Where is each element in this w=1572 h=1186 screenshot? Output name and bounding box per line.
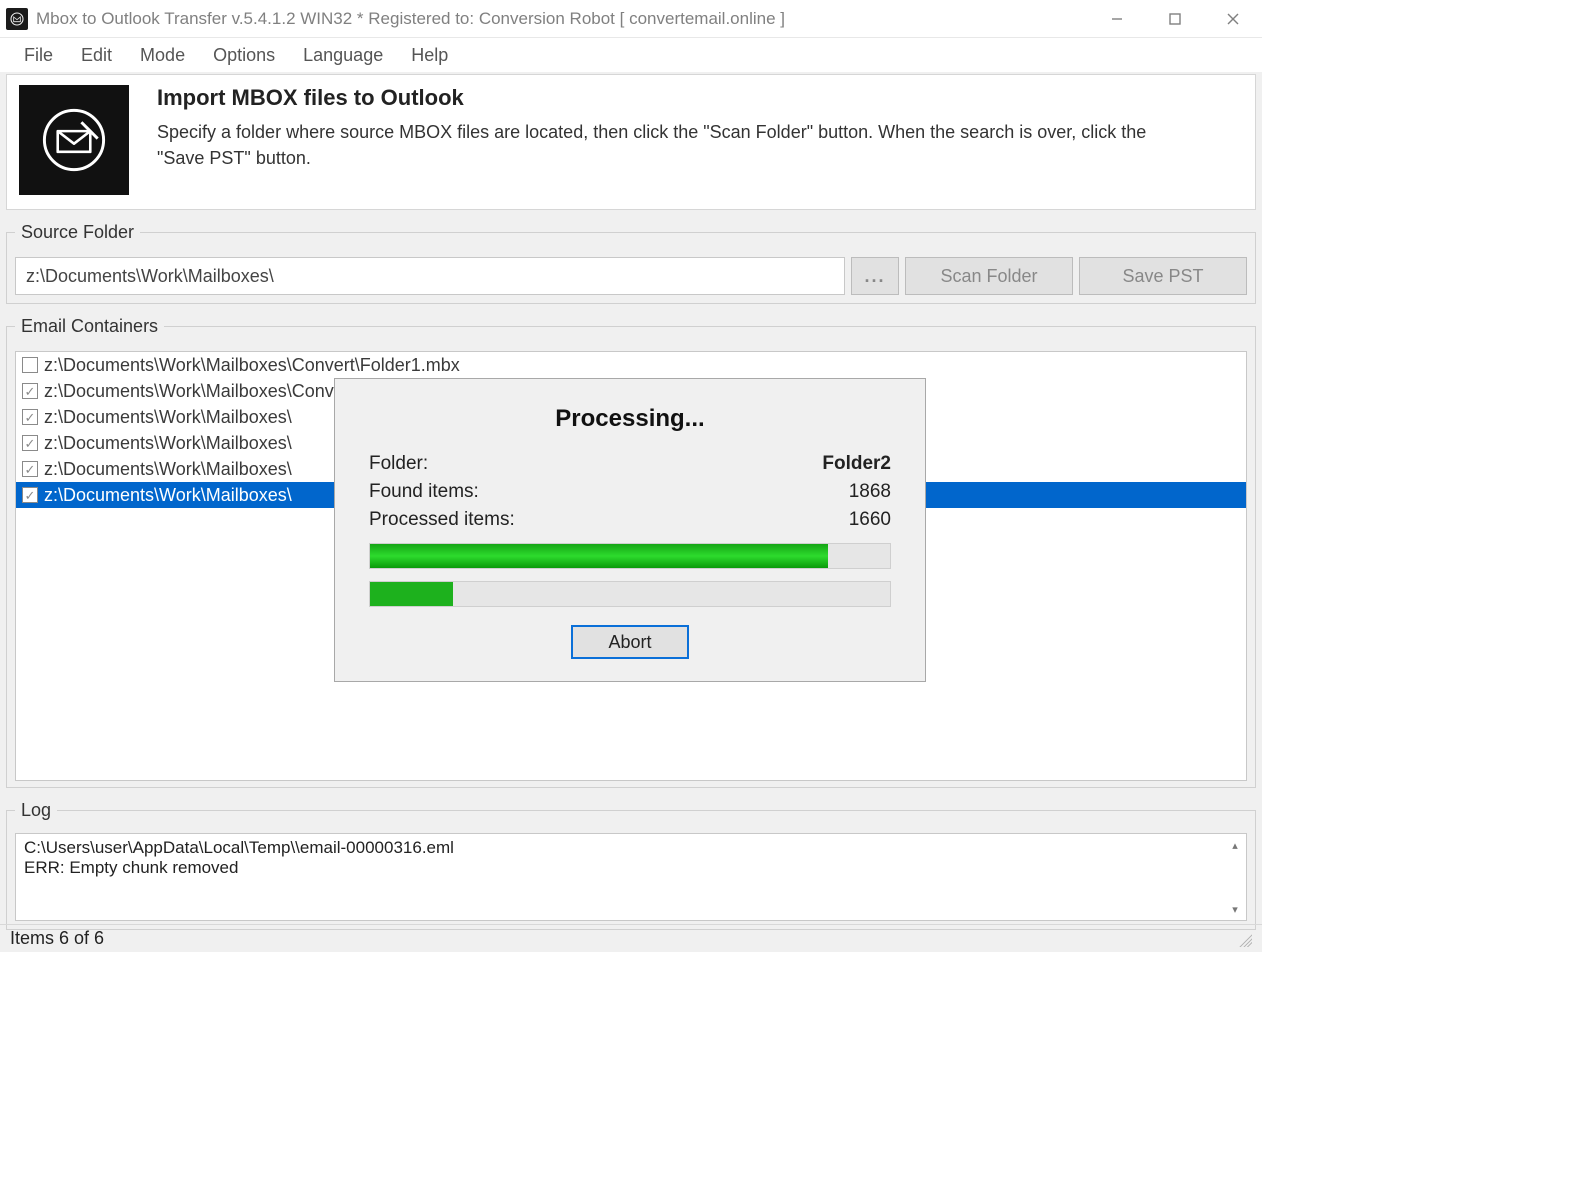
log-label: Log bbox=[15, 800, 57, 821]
log-scrollbar[interactable]: ▴ ▾ bbox=[1226, 836, 1244, 918]
scroll-down-icon[interactable]: ▾ bbox=[1226, 900, 1244, 918]
abort-button[interactable]: Abort bbox=[571, 625, 689, 659]
processing-dialog: Processing... Folder: Folder2 Found item… bbox=[334, 378, 926, 682]
source-path-input[interactable] bbox=[15, 257, 845, 295]
scan-folder-button[interactable]: Scan Folder bbox=[905, 257, 1073, 295]
list-item-label: z:\Documents\Work\Mailboxes\ bbox=[44, 459, 292, 480]
dialog-found-value: 1868 bbox=[849, 481, 891, 503]
log-line: C:\Users\user\AppData\Local\Temp\\email-… bbox=[24, 838, 1224, 858]
window-title: Mbox to Outlook Transfer v.5.4.1.2 WIN32… bbox=[36, 9, 1088, 29]
checkbox[interactable] bbox=[22, 357, 38, 373]
maximize-button[interactable] bbox=[1146, 0, 1204, 37]
dialog-title: Processing... bbox=[369, 405, 891, 433]
minimize-button[interactable] bbox=[1088, 0, 1146, 37]
list-item-label: z:\Documents\Work\Mailboxes\ bbox=[44, 407, 292, 428]
checkbox[interactable] bbox=[22, 487, 38, 503]
log-group: Log C:\Users\user\AppData\Local\Temp\\em… bbox=[6, 800, 1256, 930]
header-panel: Import MBOX files to Outlook Specify a f… bbox=[6, 74, 1256, 210]
dialog-found-label: Found items: bbox=[369, 481, 479, 503]
scroll-up-icon[interactable]: ▴ bbox=[1226, 836, 1244, 854]
menu-language[interactable]: Language bbox=[289, 41, 397, 70]
progress-bar-2 bbox=[369, 581, 891, 607]
status-text: Items 6 of 6 bbox=[10, 928, 104, 949]
log-box[interactable]: C:\Users\user\AppData\Local\Temp\\email-… bbox=[15, 833, 1247, 921]
checkbox[interactable] bbox=[22, 383, 38, 399]
checkbox[interactable] bbox=[22, 409, 38, 425]
dialog-folder-value: Folder2 bbox=[822, 453, 891, 475]
email-containers-label: Email Containers bbox=[15, 316, 164, 337]
progress-bar-1 bbox=[369, 543, 891, 569]
menu-options[interactable]: Options bbox=[199, 41, 289, 70]
menu-file[interactable]: File bbox=[10, 41, 67, 70]
checkbox[interactable] bbox=[22, 461, 38, 477]
dialog-processed-label: Processed items: bbox=[369, 509, 515, 531]
save-pst-button[interactable]: Save PST bbox=[1079, 257, 1247, 295]
header-description: Specify a folder where source MBOX files… bbox=[157, 119, 1197, 171]
list-item-label: z:\Documents\Work\Mailboxes\ bbox=[44, 485, 292, 506]
header-title: Import MBOX files to Outlook bbox=[157, 85, 1197, 111]
menu-edit[interactable]: Edit bbox=[67, 41, 126, 70]
menu-mode[interactable]: Mode bbox=[126, 41, 199, 70]
close-button[interactable] bbox=[1204, 0, 1262, 37]
log-line: ERR: Empty chunk removed bbox=[24, 858, 1224, 878]
app-icon bbox=[6, 8, 28, 30]
menu-bar: File Edit Mode Options Language Help bbox=[0, 38, 1262, 72]
browse-button[interactable]: ... bbox=[851, 257, 899, 295]
list-item[interactable]: z:\Documents\Work\Mailboxes\Convert\Fold… bbox=[16, 352, 1246, 378]
dialog-processed-value: 1660 bbox=[849, 509, 891, 531]
dialog-folder-label: Folder: bbox=[369, 453, 428, 475]
source-folder-label: Source Folder bbox=[15, 222, 140, 243]
list-item-label: z:\Documents\Work\Mailboxes\Convert\Fold… bbox=[44, 355, 460, 376]
status-bar: Items 6 of 6 bbox=[0, 924, 1262, 952]
checkbox[interactable] bbox=[22, 435, 38, 451]
resize-grip-icon[interactable] bbox=[1236, 931, 1252, 947]
title-bar: Mbox to Outlook Transfer v.5.4.1.2 WIN32… bbox=[0, 0, 1262, 38]
menu-help[interactable]: Help bbox=[397, 41, 462, 70]
source-folder-group: Source Folder ... Scan Folder Save PST bbox=[6, 222, 1256, 304]
envelope-icon bbox=[19, 85, 129, 195]
list-item-label: z:\Documents\Work\Mailboxes\ bbox=[44, 433, 292, 454]
